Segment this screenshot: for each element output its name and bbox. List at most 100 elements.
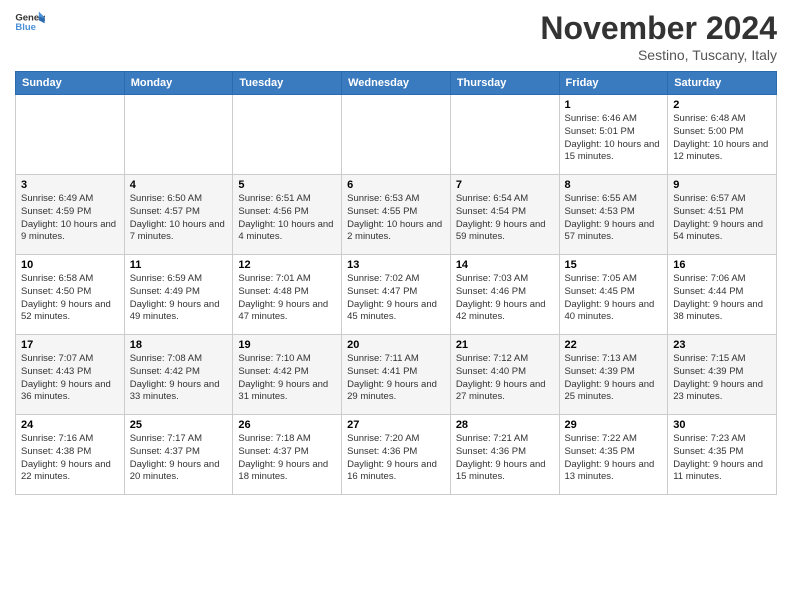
day-number: 6 — [347, 179, 445, 191]
header-sunday: Sunday — [16, 72, 125, 95]
day-info: Sunrise: 7:22 AM Sunset: 4:35 PM Dayligh… — [565, 433, 663, 484]
logo-icon: General Blue — [15, 10, 45, 32]
cell-3-2: 19 Sunrise: 7:10 AM Sunset: 4:42 PM Dayli… — [233, 335, 342, 415]
cell-1-4: 7 Sunrise: 6:54 AM Sunset: 4:54 PM Daylig… — [450, 175, 559, 255]
day-number: 21 — [456, 339, 554, 351]
cell-3-6: 23 Sunrise: 7:15 AM Sunset: 4:39 PM Dayli… — [668, 335, 777, 415]
day-number: 29 — [565, 419, 663, 431]
header-friday: Friday — [559, 72, 668, 95]
cell-0-0 — [16, 95, 125, 175]
day-number: 7 — [456, 179, 554, 191]
cell-2-1: 11 Sunrise: 6:59 AM Sunset: 4:49 PM Dayli… — [124, 255, 233, 335]
day-info: Sunrise: 7:02 AM Sunset: 4:47 PM Dayligh… — [347, 273, 445, 324]
day-number: 1 — [565, 99, 663, 111]
header-tuesday: Tuesday — [233, 72, 342, 95]
day-number: 11 — [130, 259, 228, 271]
title-block: November 2024 Sestino, Tuscany, Italy — [540, 10, 777, 63]
page: General Blue November 2024 Sestino, Tusc… — [0, 0, 792, 612]
day-number: 27 — [347, 419, 445, 431]
cell-3-0: 17 Sunrise: 7:07 AM Sunset: 4:43 PM Dayli… — [16, 335, 125, 415]
cell-0-4 — [450, 95, 559, 175]
day-number: 26 — [238, 419, 336, 431]
week-row-0: 1 Sunrise: 6:46 AM Sunset: 5:01 PM Daylig… — [16, 95, 777, 175]
cell-3-1: 18 Sunrise: 7:08 AM Sunset: 4:42 PM Dayli… — [124, 335, 233, 415]
day-info: Sunrise: 6:59 AM Sunset: 4:49 PM Dayligh… — [130, 273, 228, 324]
logo: General Blue — [15, 10, 45, 32]
day-info: Sunrise: 6:50 AM Sunset: 4:57 PM Dayligh… — [130, 193, 228, 244]
cell-1-3: 6 Sunrise: 6:53 AM Sunset: 4:55 PM Daylig… — [342, 175, 451, 255]
day-info: Sunrise: 6:53 AM Sunset: 4:55 PM Dayligh… — [347, 193, 445, 244]
day-number: 2 — [673, 99, 771, 111]
day-info: Sunrise: 7:10 AM Sunset: 4:42 PM Dayligh… — [238, 353, 336, 404]
day-info: Sunrise: 7:13 AM Sunset: 4:39 PM Dayligh… — [565, 353, 663, 404]
day-info: Sunrise: 7:07 AM Sunset: 4:43 PM Dayligh… — [21, 353, 119, 404]
day-number: 17 — [21, 339, 119, 351]
day-number: 8 — [565, 179, 663, 191]
day-number: 10 — [21, 259, 119, 271]
day-number: 4 — [130, 179, 228, 191]
day-info: Sunrise: 7:21 AM Sunset: 4:36 PM Dayligh… — [456, 433, 554, 484]
day-number: 14 — [456, 259, 554, 271]
day-info: Sunrise: 7:15 AM Sunset: 4:39 PM Dayligh… — [673, 353, 771, 404]
cell-1-2: 5 Sunrise: 6:51 AM Sunset: 4:56 PM Daylig… — [233, 175, 342, 255]
week-row-3: 17 Sunrise: 7:07 AM Sunset: 4:43 PM Dayli… — [16, 335, 777, 415]
day-number: 9 — [673, 179, 771, 191]
day-number: 15 — [565, 259, 663, 271]
svg-text:Blue: Blue — [15, 22, 36, 32]
day-info: Sunrise: 6:54 AM Sunset: 4:54 PM Dayligh… — [456, 193, 554, 244]
day-number: 16 — [673, 259, 771, 271]
day-info: Sunrise: 6:57 AM Sunset: 4:51 PM Dayligh… — [673, 193, 771, 244]
cell-3-3: 20 Sunrise: 7:11 AM Sunset: 4:41 PM Dayli… — [342, 335, 451, 415]
cell-1-6: 9 Sunrise: 6:57 AM Sunset: 4:51 PM Daylig… — [668, 175, 777, 255]
header-row: Sunday Monday Tuesday Wednesday Thursday… — [16, 72, 777, 95]
cell-3-5: 22Sunrise: 7:13 AM Sunset: 4:39 PM Dayli… — [559, 335, 668, 415]
cell-2-2: 12Sunrise: 7:01 AM Sunset: 4:48 PM Dayli… — [233, 255, 342, 335]
cell-0-5: 1 Sunrise: 6:46 AM Sunset: 5:01 PM Daylig… — [559, 95, 668, 175]
calendar-table: Sunday Monday Tuesday Wednesday Thursday… — [15, 71, 777, 495]
cell-3-4: 21 Sunrise: 7:12 AM Sunset: 4:40 PM Dayli… — [450, 335, 559, 415]
day-info: Sunrise: 7:06 AM Sunset: 4:44 PM Dayligh… — [673, 273, 771, 324]
day-info: Sunrise: 6:51 AM Sunset: 4:56 PM Dayligh… — [238, 193, 336, 244]
day-number: 20 — [347, 339, 445, 351]
day-info: Sunrise: 6:46 AM Sunset: 5:01 PM Dayligh… — [565, 113, 663, 164]
day-info: Sunrise: 6:58 AM Sunset: 4:50 PM Dayligh… — [21, 273, 119, 324]
subtitle: Sestino, Tuscany, Italy — [540, 47, 777, 63]
week-row-1: 3Sunrise: 6:49 AM Sunset: 4:59 PM Daylig… — [16, 175, 777, 255]
month-title: November 2024 — [540, 10, 777, 47]
cell-0-2 — [233, 95, 342, 175]
day-info: Sunrise: 7:17 AM Sunset: 4:37 PM Dayligh… — [130, 433, 228, 484]
day-info: Sunrise: 6:55 AM Sunset: 4:53 PM Dayligh… — [565, 193, 663, 244]
day-number: 18 — [130, 339, 228, 351]
cell-4-5: 29 Sunrise: 7:22 AM Sunset: 4:35 PM Dayli… — [559, 415, 668, 495]
day-number: 25 — [130, 419, 228, 431]
day-number: 19 — [238, 339, 336, 351]
cell-4-0: 24 Sunrise: 7:16 AM Sunset: 4:38 PM Dayli… — [16, 415, 125, 495]
cell-1-5: 8 Sunrise: 6:55 AM Sunset: 4:53 PM Daylig… — [559, 175, 668, 255]
day-info: Sunrise: 7:01 AM Sunset: 4:48 PM Dayligh… — [238, 273, 336, 324]
cell-4-4: 28 Sunrise: 7:21 AM Sunset: 4:36 PM Dayli… — [450, 415, 559, 495]
day-info: Sunrise: 7:11 AM Sunset: 4:41 PM Dayligh… — [347, 353, 445, 404]
cell-4-2: 26Sunrise: 7:18 AM Sunset: 4:37 PM Dayli… — [233, 415, 342, 495]
day-number: 24 — [21, 419, 119, 431]
cell-0-1 — [124, 95, 233, 175]
cell-2-4: 14Sunrise: 7:03 AM Sunset: 4:46 PM Dayli… — [450, 255, 559, 335]
day-number: 28 — [456, 419, 554, 431]
week-row-4: 24 Sunrise: 7:16 AM Sunset: 4:38 PM Dayli… — [16, 415, 777, 495]
cell-2-6: 16 Sunrise: 7:06 AM Sunset: 4:44 PM Dayli… — [668, 255, 777, 335]
cell-0-3 — [342, 95, 451, 175]
day-info: Sunrise: 7:08 AM Sunset: 4:42 PM Dayligh… — [130, 353, 228, 404]
day-number: 3 — [21, 179, 119, 191]
header: General Blue November 2024 Sestino, Tusc… — [15, 10, 777, 63]
day-info: Sunrise: 7:12 AM Sunset: 4:40 PM Dayligh… — [456, 353, 554, 404]
day-info: Sunrise: 6:48 AM Sunset: 5:00 PM Dayligh… — [673, 113, 771, 164]
day-info: Sunrise: 7:16 AM Sunset: 4:38 PM Dayligh… — [21, 433, 119, 484]
day-number: 5 — [238, 179, 336, 191]
cell-1-0: 3Sunrise: 6:49 AM Sunset: 4:59 PM Daylig… — [16, 175, 125, 255]
header-thursday: Thursday — [450, 72, 559, 95]
day-info: Sunrise: 7:05 AM Sunset: 4:45 PM Dayligh… — [565, 273, 663, 324]
day-number: 30 — [673, 419, 771, 431]
day-number: 23 — [673, 339, 771, 351]
cell-4-1: 25 Sunrise: 7:17 AM Sunset: 4:37 PM Dayli… — [124, 415, 233, 495]
cell-2-5: 15 Sunrise: 7:05 AM Sunset: 4:45 PM Dayli… — [559, 255, 668, 335]
cell-4-6: 30Sunrise: 7:23 AM Sunset: 4:35 PM Dayli… — [668, 415, 777, 495]
